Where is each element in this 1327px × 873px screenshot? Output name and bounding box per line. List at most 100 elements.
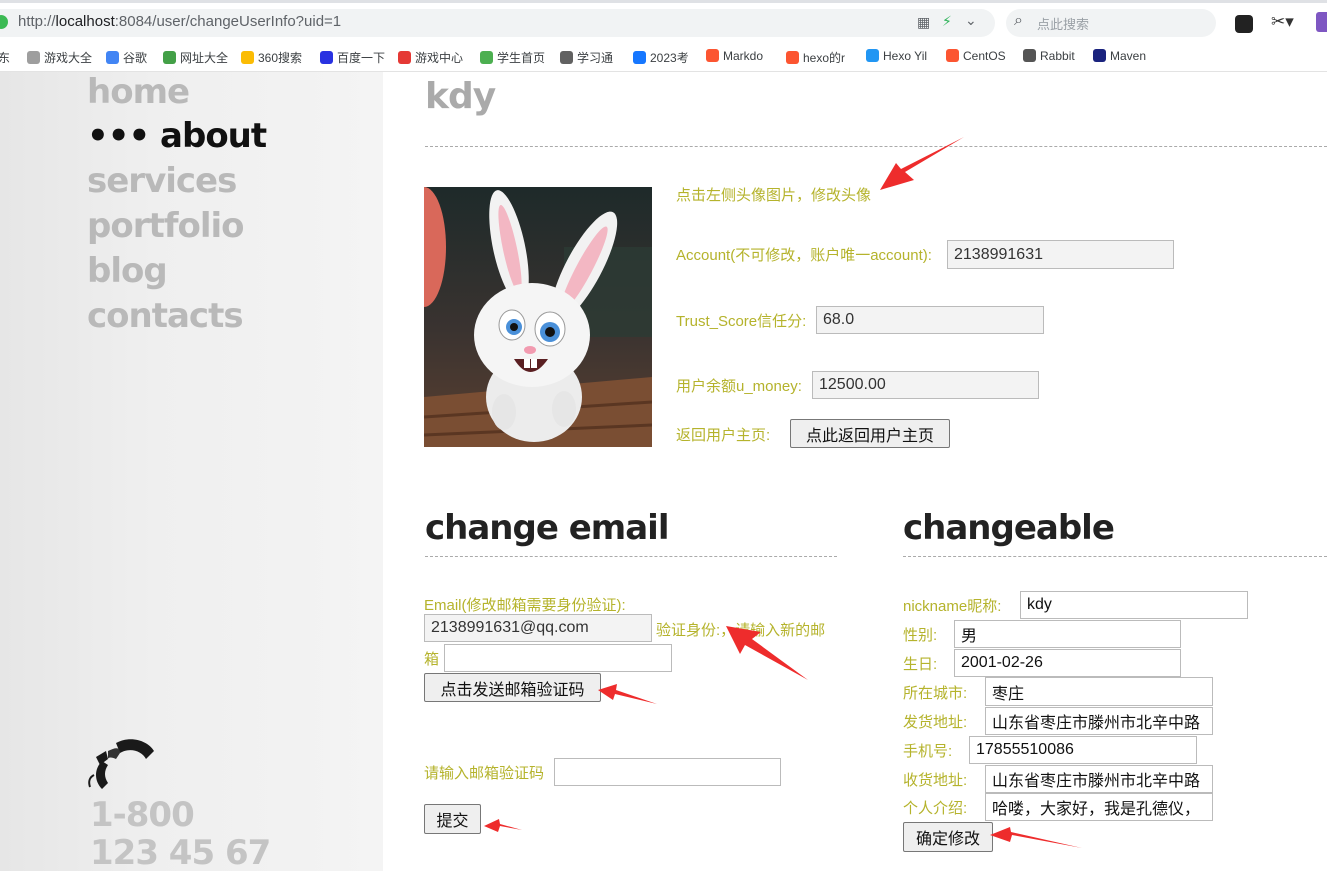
url-text[interactable]: http://localhost:8084/user/changeUserInf…	[18, 13, 341, 30]
bookmark-favicon-icon	[480, 51, 493, 64]
bookmark-label: 游戏中心	[415, 51, 464, 65]
bookmark-label: 学生首页	[497, 51, 546, 65]
bookmark-item[interactable]: 百度一下	[320, 49, 385, 66]
url-path: :8084/user/changeUserInfo?uid=1	[114, 13, 342, 30]
phone-field[interactable]	[969, 736, 1197, 764]
bookmark-item[interactable]: 学习通	[560, 49, 613, 66]
bookmark-favicon-icon	[946, 49, 959, 62]
avatar-image	[424, 187, 652, 447]
scissors-icon[interactable]: ✂▾	[1271, 12, 1294, 32]
intro-label: 个人介绍:	[903, 800, 968, 817]
bookmark-item[interactable]: hexo的r	[786, 49, 845, 66]
bookmark-label: 游戏大全	[44, 51, 93, 65]
nav-active-dots: •••	[87, 116, 161, 156]
extension-icon[interactable]	[1235, 15, 1253, 33]
phone-label: 手机号:	[903, 743, 953, 760]
submit-email-button[interactable]: 提交	[424, 804, 481, 834]
gender-field[interactable]	[954, 620, 1181, 648]
bookmark-item[interactable]: 谷歌	[106, 49, 147, 66]
bookmark-favicon-icon	[320, 51, 333, 64]
bookmark-label: Maven	[1110, 49, 1147, 63]
receiving-address-label: 收货地址:	[903, 772, 968, 789]
bookmark-favicon-icon	[1023, 49, 1036, 62]
intro-field[interactable]	[985, 793, 1213, 821]
avatar[interactable]	[424, 187, 652, 447]
bookmark-favicon-icon	[1093, 49, 1106, 62]
change-email-heading: change email	[425, 508, 669, 548]
trust-score-field[interactable]	[816, 306, 1044, 334]
bookmark-item[interactable]: 游戏中心	[398, 49, 463, 66]
bookmark-item[interactable]: 游戏大全	[27, 49, 92, 66]
money-label: 用户余额u_money:	[676, 378, 802, 395]
divider	[903, 556, 1327, 557]
bookmark-item[interactable]: Rabbit	[1023, 49, 1075, 63]
avatar-hint: 点击左侧头像图片，修改头像	[676, 187, 872, 204]
bookmark-label: Hexo Yil	[883, 49, 928, 63]
city-label: 所在城市:	[903, 685, 968, 702]
bookmark-item[interactable]: CentOS	[946, 49, 1006, 63]
phone-icon	[88, 739, 154, 789]
bookmark-item[interactable]: Markdo	[706, 49, 763, 63]
bookmark-favicon-icon	[560, 51, 573, 64]
bookmark-item[interactable]: 学生首页	[480, 49, 545, 66]
new-email-field[interactable]	[444, 644, 672, 672]
nav-portfolio[interactable]: portfolio	[87, 206, 245, 246]
nav-about-label: about	[160, 116, 267, 156]
search-placeholder: 点此搜索	[1037, 17, 1090, 32]
phone-number-line2: 123 45 67	[90, 833, 271, 873]
account-field[interactable]	[947, 240, 1174, 269]
verify-label-cont: 箱	[424, 651, 440, 668]
url-prefix: http://	[18, 13, 56, 30]
bookmark-label: CentOS	[963, 49, 1006, 63]
page-title-username: kdy	[425, 76, 496, 117]
bookmark-item[interactable]: 360搜索	[241, 49, 302, 66]
code-label: 请输入邮箱验证码	[424, 765, 545, 782]
bookmark-label: hexo的r	[803, 51, 846, 65]
nav-services[interactable]: services	[87, 161, 237, 201]
send-code-button[interactable]: 点击发送邮箱验证码	[424, 673, 601, 702]
bookmark-label: 百度一下	[337, 51, 386, 65]
money-field[interactable]	[812, 371, 1039, 399]
chevron-down-icon[interactable]: ⌄	[965, 12, 977, 29]
trust-score-label: Trust_Score信任分:	[676, 313, 807, 330]
bookmark-item[interactable]: 东	[0, 49, 10, 66]
nav-blog[interactable]: blog	[87, 251, 168, 291]
bookmark-label: 2023考	[650, 51, 689, 65]
bookmark-label: 谷歌	[123, 51, 148, 65]
bookmark-favicon-icon	[398, 51, 411, 64]
bookmark-label: Rabbit	[1040, 49, 1075, 63]
email-label: Email(修改邮箱需要身份验证):	[424, 597, 626, 614]
divider	[425, 556, 837, 557]
bolt-icon[interactable]: ⚡	[942, 13, 952, 30]
bookmark-favicon-icon	[786, 51, 799, 64]
confirm-edit-button[interactable]: 确定修改	[903, 822, 993, 852]
birthday-label: 生日:	[903, 656, 938, 673]
bookmark-favicon-icon	[866, 49, 879, 62]
account-label: Account(不可修改，账户唯一account):	[676, 247, 932, 264]
birthday-field[interactable]	[954, 649, 1181, 677]
city-field[interactable]	[985, 677, 1213, 706]
arrow-confirm	[990, 827, 1082, 848]
gender-label: 性别:	[903, 627, 938, 644]
nickname-label: nickname昵称:	[903, 598, 1002, 615]
nav-about[interactable]: ••• about	[87, 116, 267, 156]
nav-contacts[interactable]: contacts	[87, 296, 244, 336]
grid-icon[interactable]: ▦	[917, 14, 930, 31]
translate-icon[interactable]	[1316, 12, 1327, 32]
bookmark-favicon-icon	[633, 51, 646, 64]
receiving-address-field[interactable]	[985, 765, 1213, 793]
shipping-address-field[interactable]	[985, 707, 1213, 735]
bookmark-label: 东	[0, 51, 11, 65]
current-email-field[interactable]	[424, 614, 652, 642]
back-to-home-button[interactable]: 点此返回用户主页	[790, 419, 950, 448]
bookmark-item[interactable]: Hexo Yil	[866, 49, 927, 63]
bookmark-label: 学习通	[577, 51, 614, 65]
shipping-address-label: 发货地址:	[903, 714, 968, 731]
bookmark-item[interactable]: 网址大全	[163, 49, 228, 66]
bookmark-item[interactable]: Maven	[1093, 49, 1146, 63]
bookmark-item[interactable]: 2023考	[633, 49, 689, 66]
code-field[interactable]	[554, 758, 781, 786]
nav-home[interactable]: home	[87, 72, 190, 112]
nickname-field[interactable]	[1020, 591, 1248, 619]
url-host: localhost	[55, 13, 115, 30]
